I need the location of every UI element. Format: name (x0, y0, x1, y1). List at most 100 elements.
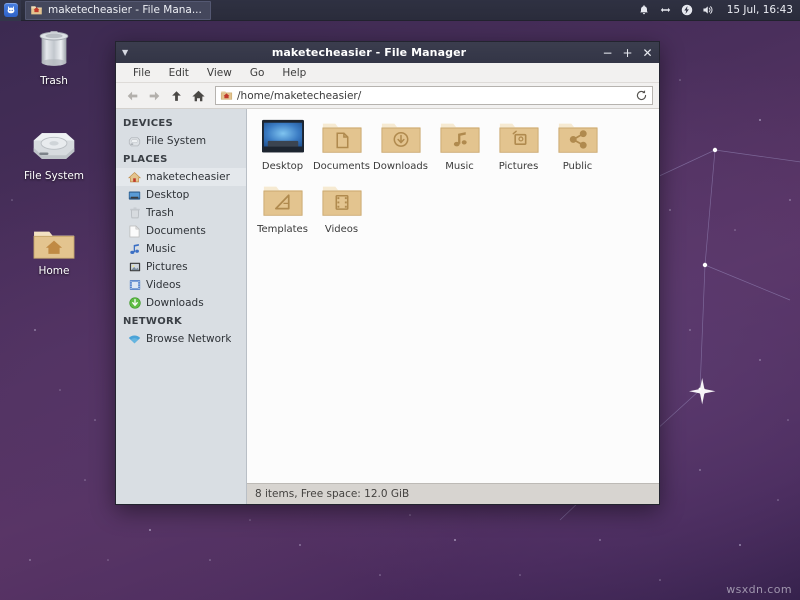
folder-video-icon (319, 180, 365, 222)
file-item-music[interactable]: Music (430, 117, 489, 172)
chevron-down-icon[interactable]: ▼ (122, 49, 136, 57)
desktop-icon-home[interactable]: Home (17, 224, 91, 277)
file-item-desktop[interactable]: Desktop (253, 117, 312, 172)
sidebar-item-music[interactable]: Music (116, 240, 246, 258)
folder-download-icon (378, 117, 424, 159)
applications-menu-button[interactable] (0, 0, 21, 21)
menu-help[interactable]: Help (273, 63, 315, 83)
hard-drive-icon (30, 127, 78, 167)
clock[interactable]: 15 Jul, 16:43 (727, 4, 793, 16)
trash-can-icon (33, 28, 75, 72)
sidebar-item-label: Pictures (146, 261, 188, 273)
file-item-label: Templates (257, 224, 308, 235)
home-icon[interactable] (188, 86, 208, 106)
desktop: maketecheasier - File Mana... (0, 0, 800, 600)
sidebar-item-downloads[interactable]: Downloads (116, 294, 246, 312)
close-button[interactable]: ✕ (642, 47, 653, 59)
taskbar-panel: maketecheasier - File Mana... (0, 0, 800, 21)
sidebar-item-desktop[interactable]: Desktop (116, 186, 246, 204)
desktop-icon-file-system[interactable]: File System (17, 127, 91, 182)
window-titlebar[interactable]: ▼ maketecheasier - File Manager − + ✕ (116, 42, 659, 63)
file-list[interactable]: Desktop Documents (247, 109, 659, 483)
status-text: 8 items, Free space: 12.0 GiB (255, 488, 409, 500)
folder-document-icon (319, 117, 365, 159)
power-bolt-icon[interactable] (681, 4, 693, 16)
home-folder-icon (220, 86, 233, 105)
sidebar-group-network: NETWORK (116, 312, 246, 330)
download-arrow-icon (128, 297, 141, 310)
file-item-templates[interactable]: Templates (253, 180, 312, 235)
reload-icon[interactable] (634, 89, 648, 103)
sidebar-item-label: Trash (146, 207, 174, 219)
sidebar-item-label: Music (146, 243, 176, 255)
speaker-icon[interactable] (702, 4, 715, 16)
sidebar-group-devices: DEVICES (116, 114, 246, 132)
sidebar-item-label: Browse Network (146, 333, 231, 345)
folder-template-icon (260, 180, 306, 222)
file-item-label: Desktop (262, 161, 303, 172)
folder-picture-icon (496, 117, 542, 159)
sidebar-item-label: Documents (146, 225, 206, 237)
home-folder-icon (31, 224, 77, 262)
maximize-button[interactable]: + (622, 47, 633, 59)
system-tray: 15 Jul, 16:43 (638, 0, 793, 21)
document-icon (128, 225, 141, 238)
sidebar-item-pictures[interactable]: Pictures (116, 258, 246, 276)
sidebar-item-label: Desktop (146, 189, 189, 201)
film-strip-icon (128, 279, 141, 292)
sidebar-group-places: PLACES (116, 150, 246, 168)
sidebar-item-videos[interactable]: Videos (116, 276, 246, 294)
file-item-label: Music (445, 161, 473, 172)
file-item-label: Videos (325, 224, 358, 235)
window-title: maketecheasier - File Manager (136, 46, 602, 59)
desktop-screen-icon (128, 189, 141, 202)
menu-edit[interactable]: Edit (160, 63, 198, 83)
taskbar-window-label: maketecheasier - File Mana... (48, 4, 202, 16)
sidebar-item-maketecheasier[interactable]: maketecheasier (116, 168, 246, 186)
sidebar-item-documents[interactable]: Documents (116, 222, 246, 240)
sidebar-item-browse-network[interactable]: Browse Network (116, 330, 246, 348)
picture-icon (128, 261, 141, 274)
desktop-icon-label: Home (38, 265, 69, 277)
back-arrow-icon[interactable] (122, 86, 142, 106)
file-manager-window: ▼ maketecheasier - File Manager − + ✕ Fi… (115, 41, 660, 505)
menu-view[interactable]: View (198, 63, 241, 83)
file-item-label: Public (563, 161, 593, 172)
menu-go[interactable]: Go (241, 63, 274, 83)
window-body: DEVICES File System PLACES (116, 109, 659, 504)
statusbar: 8 items, Free space: 12.0 GiB (247, 483, 659, 504)
sidebar-item-label: maketecheasier (146, 171, 230, 183)
wifi-icon (128, 333, 141, 346)
sidebar-item-file-system[interactable]: File System (116, 132, 246, 150)
file-item-public[interactable]: Public (548, 117, 607, 172)
watermark: wsxdn.com (726, 583, 792, 596)
menu-file[interactable]: File (124, 63, 160, 83)
minimize-button[interactable]: − (602, 47, 613, 59)
file-item-label: Documents (313, 161, 370, 172)
folder-share-icon (555, 117, 601, 159)
desktop-icon-label: Trash (40, 75, 68, 87)
sidebar-item-label: File System (146, 135, 206, 147)
hard-drive-icon (128, 135, 141, 148)
file-item-label: Downloads (373, 161, 428, 172)
file-item-label: Pictures (499, 161, 539, 172)
file-item-documents[interactable]: Documents (312, 117, 371, 172)
sidebar-item-label: Videos (146, 279, 181, 291)
home-icon (128, 171, 141, 184)
sidebar: DEVICES File System PLACES (116, 109, 247, 504)
taskbar-window-button[interactable]: maketecheasier - File Mana... (25, 1, 211, 20)
bell-icon[interactable] (638, 4, 650, 16)
desktop-screen-icon (260, 117, 306, 159)
sidebar-item-trash[interactable]: Trash (116, 204, 246, 222)
network-icon[interactable] (659, 4, 672, 16)
forward-arrow-icon[interactable] (144, 86, 164, 106)
up-arrow-icon[interactable] (166, 86, 186, 106)
file-item-pictures[interactable]: Pictures (489, 117, 548, 172)
file-item-downloads[interactable]: Downloads (371, 117, 430, 172)
path-entry[interactable]: /home/maketecheasier/ (215, 86, 653, 105)
home-folder-icon (30, 1, 43, 20)
whisker-mouse-icon (4, 3, 18, 17)
file-item-videos[interactable]: Videos (312, 180, 371, 235)
trash-can-icon (128, 207, 141, 220)
desktop-icon-trash[interactable]: Trash (17, 28, 91, 87)
